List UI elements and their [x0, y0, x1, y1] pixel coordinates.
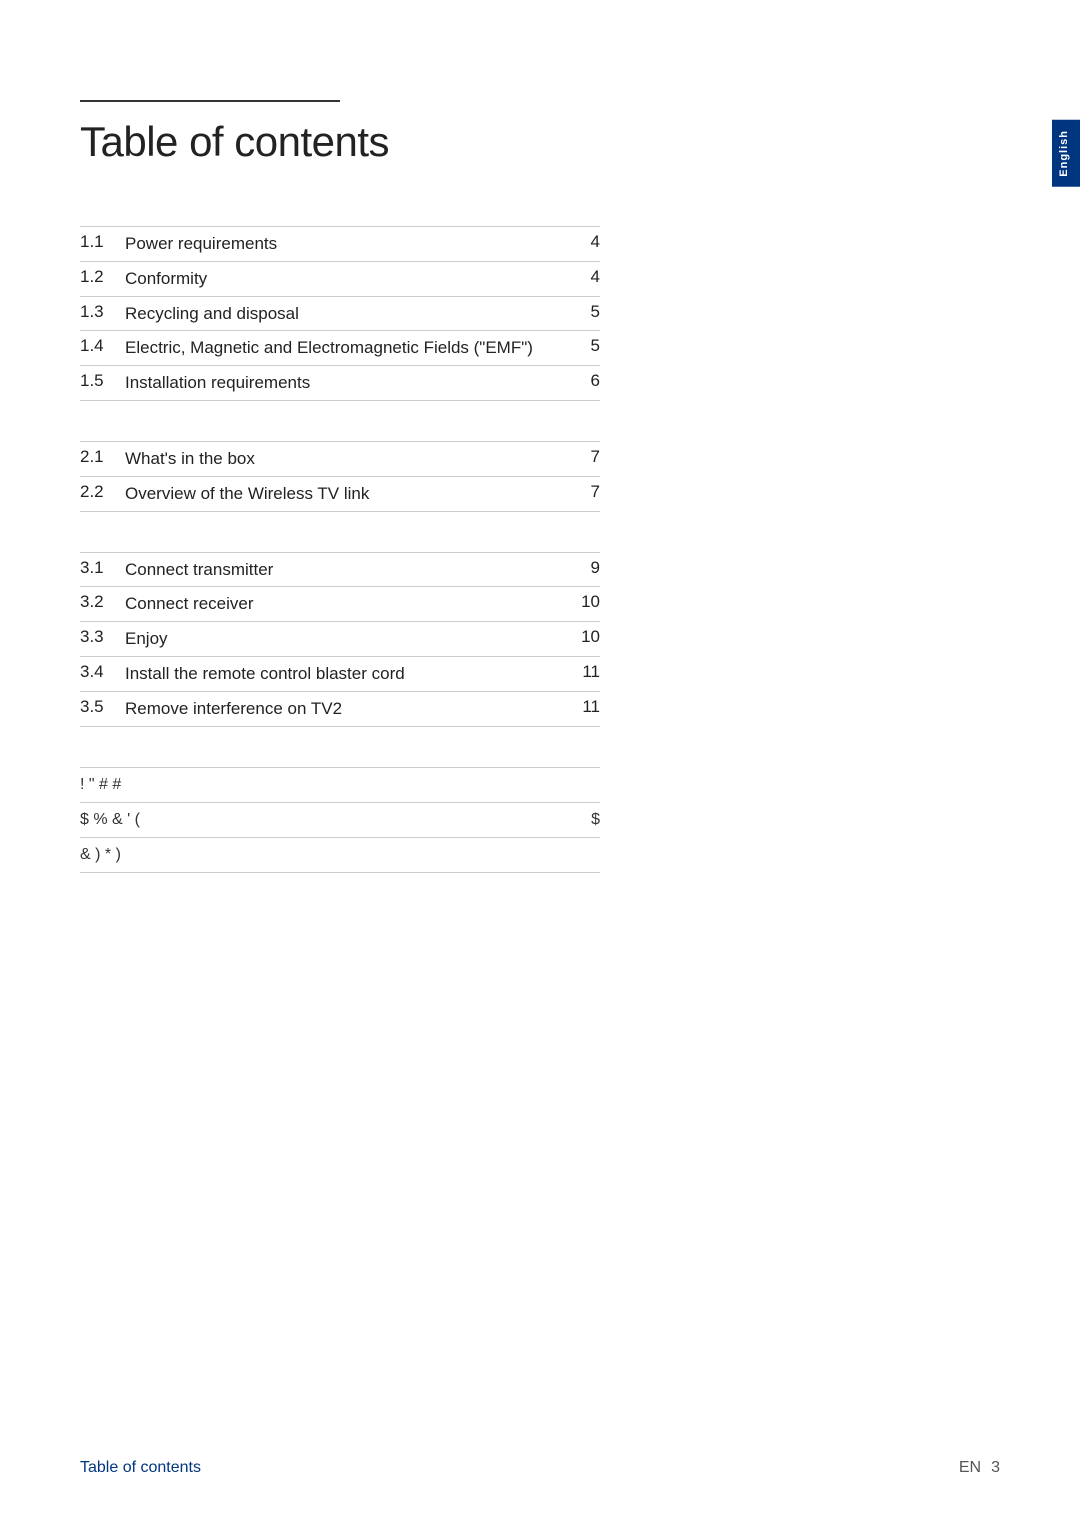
toc-num: 2.2 [80, 476, 125, 511]
garbled-line-2-right: $ [591, 811, 600, 829]
toc-num: 3.3 [80, 622, 125, 657]
toc-row: 1.2Conformity4 [80, 261, 600, 296]
toc-num: 3.4 [80, 656, 125, 691]
toc-num: 1.4 [80, 331, 125, 366]
toc-title[interactable]: Power requirements [125, 227, 570, 262]
toc-title[interactable]: Recycling and disposal [125, 296, 570, 331]
toc-row: 1.4Electric, Magnetic and Electromagneti… [80, 331, 600, 366]
toc-num: 1.5 [80, 366, 125, 401]
footer-page-number: 3 [991, 1459, 1000, 1477]
toc-title[interactable]: Overview of the Wireless TV link [125, 476, 570, 511]
toc-table-3: 3.1Connect transmitter93.2Connect receiv… [80, 552, 600, 727]
header-line [80, 100, 340, 102]
toc-num: 2.1 [80, 441, 125, 476]
toc-num: 1.3 [80, 296, 125, 331]
garbled-line-3: & ) * ) [80, 837, 600, 873]
toc-page: 7 [570, 441, 600, 476]
garbled-line-3-left: & ) * ) [80, 846, 121, 864]
toc-page: 10 [570, 622, 600, 657]
footer-lang: EN [959, 1459, 981, 1477]
footer-right: EN 3 [959, 1459, 1000, 1477]
toc-title[interactable]: Remove interference on TV2 [125, 691, 570, 726]
toc-title[interactable]: Conformity [125, 261, 570, 296]
garbled-line-2-left: $ % & ' ( [80, 811, 140, 829]
toc-table-2: 2.1What's in the box72.2Overview of the … [80, 441, 600, 512]
toc-page: 9 [570, 552, 600, 587]
toc-row: 3.2Connect receiver10 [80, 587, 600, 622]
page-footer: Table of contents EN 3 [80, 1459, 1000, 1477]
toc-row: 3.5Remove interference on TV211 [80, 691, 600, 726]
toc-page: 10 [570, 587, 600, 622]
toc-page: 5 [570, 331, 600, 366]
toc-num: 3.5 [80, 691, 125, 726]
toc-section-2: 2.1What's in the box72.2Overview of the … [80, 441, 1000, 512]
toc-page: 4 [570, 227, 600, 262]
garbled-line-2: $ % & ' ( $ [80, 802, 600, 837]
language-tab: English [1052, 120, 1080, 187]
toc-page: 11 [570, 691, 600, 726]
toc-row: 1.1Power requirements4 [80, 227, 600, 262]
toc-title[interactable]: Install the remote control blaster cord [125, 656, 570, 691]
language-tab-label: English [1058, 130, 1070, 177]
toc-num: 3.1 [80, 552, 125, 587]
toc-row: 1.5Installation requirements6 [80, 366, 600, 401]
garbled-line-1: ! " # # [80, 767, 600, 802]
toc-num: 1.1 [80, 227, 125, 262]
toc-num: 3.2 [80, 587, 125, 622]
toc-title[interactable]: What's in the box [125, 441, 570, 476]
toc-title[interactable]: Installation requirements [125, 366, 570, 401]
toc-section-3: 3.1Connect transmitter93.2Connect receiv… [80, 552, 1000, 727]
toc-row: 3.1Connect transmitter9 [80, 552, 600, 587]
toc-section-1: 1.1Power requirements41.2Conformity41.3R… [80, 226, 1000, 401]
footer-toc-label: Table of contents [80, 1459, 201, 1477]
toc-num: 1.2 [80, 261, 125, 296]
toc-row: 2.1What's in the box7 [80, 441, 600, 476]
toc-table-1: 1.1Power requirements41.2Conformity41.3R… [80, 226, 600, 401]
garbled-section: ! " # # $ % & ' ( $ & ) * ) [80, 767, 600, 873]
toc-title[interactable]: Electric, Magnetic and Electromagnetic F… [125, 331, 570, 366]
toc-title[interactable]: Connect transmitter [125, 552, 570, 587]
toc-row: 3.3Enjoy10 [80, 622, 600, 657]
page-container: English Table of contents 1.1Power requi… [0, 0, 1080, 1527]
toc-row: 3.4Install the remote control blaster co… [80, 656, 600, 691]
page-title: Table of contents [80, 118, 1000, 166]
toc-page: 5 [570, 296, 600, 331]
toc-page: 11 [570, 656, 600, 691]
toc-title[interactable]: Enjoy [125, 622, 570, 657]
garbled-line-1-left: ! " # # [80, 776, 121, 794]
toc-title[interactable]: Connect receiver [125, 587, 570, 622]
toc-page: 7 [570, 476, 600, 511]
toc-row: 1.3Recycling and disposal5 [80, 296, 600, 331]
toc-page: 4 [570, 261, 600, 296]
toc-row: 2.2Overview of the Wireless TV link7 [80, 476, 600, 511]
toc-page: 6 [570, 366, 600, 401]
